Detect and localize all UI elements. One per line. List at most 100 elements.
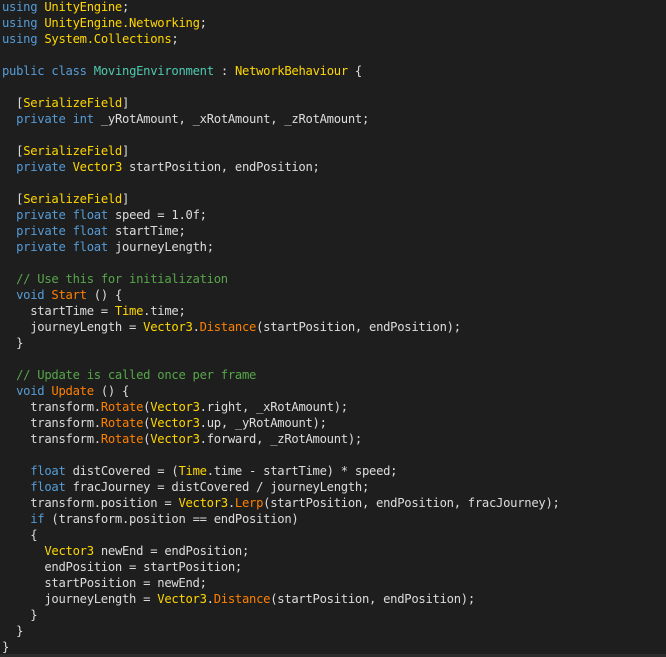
code-line[interactable]: transform.Rotate(Vector3.up, _yRotAmount… (2, 415, 560, 431)
code-line[interactable]: } (2, 607, 560, 623)
identifier-token: ; (171, 32, 179, 46)
code-line[interactable]: float fracJourney = distCovered / journe… (2, 479, 560, 495)
identifier-token (2, 160, 16, 174)
code-line[interactable]: startTime = Time.time; (2, 303, 560, 319)
identifier-token: . (192, 320, 200, 334)
type-token: Vector3 (157, 592, 207, 606)
method-token: Rotate (100, 400, 144, 414)
code-line[interactable]: endPosition = startPosition; (2, 559, 560, 575)
keyword-token: private (16, 208, 66, 222)
method-token: Start (51, 288, 87, 302)
code-line[interactable] (2, 79, 560, 95)
code-line[interactable]: } (2, 639, 560, 654)
identifier-token: () { (93, 384, 130, 398)
type-token: UnityEngine.Networking (44, 16, 200, 30)
identifier-token (2, 368, 16, 382)
code-line[interactable]: { (2, 527, 560, 543)
identifier-token: . (206, 592, 214, 606)
identifier-token: transform. (2, 416, 101, 430)
identifier-token: fracJourney = distCovered / journeyLengt… (65, 480, 370, 494)
code-line[interactable]: private float startTime; (2, 223, 560, 239)
identifier-token: .time - startTime) * speed; (206, 464, 398, 478)
code-line[interactable] (2, 127, 560, 143)
identifier-token: transform. (2, 432, 101, 446)
method-token: Rotate (100, 416, 144, 430)
code-line[interactable]: } (2, 623, 560, 639)
code-line[interactable]: private float journeyLength; (2, 239, 560, 255)
identifier-token (2, 512, 30, 526)
class-name-token: MovingEnvironment (93, 64, 214, 78)
code-line[interactable]: void Start () { (2, 287, 560, 303)
identifier-token (2, 208, 16, 222)
code-line[interactable]: private Vector3 startPosition, endPositi… (2, 159, 560, 175)
comment-token: // Update is called once per frame (16, 368, 257, 382)
keyword-token: private (16, 160, 66, 174)
code-line[interactable]: journeyLength = Vector3.Distance(startPo… (2, 591, 560, 607)
identifier-token: endPosition = startPosition; (2, 560, 242, 574)
identifier-token: } (2, 336, 24, 350)
code-line[interactable]: private int _yRotAmount, _xRotAmount, _z… (2, 111, 560, 127)
code-line[interactable]: } (2, 335, 560, 351)
identifier-token: ] (122, 144, 130, 158)
code-line[interactable]: using UnityEngine; (2, 0, 560, 15)
identifier-token: (startPosition, endPosition, fracJourney… (263, 496, 560, 510)
keyword-token: float (30, 480, 66, 494)
code-line[interactable]: journeyLength = Vector3.Distance(startPo… (2, 319, 560, 335)
identifier-token: .forward, _zRotAmount); (199, 432, 363, 446)
code-line[interactable] (2, 175, 560, 191)
code-line[interactable]: startPosition = newEnd; (2, 575, 560, 591)
code-text-area[interactable]: using UnityEngine; using UnityEngine.Netw… (2, 0, 560, 654)
code-line[interactable] (2, 47, 560, 63)
identifier-token: journeyLength = (2, 320, 144, 334)
method-token: Distance (199, 320, 257, 334)
code-line[interactable]: // Update is called once per frame (2, 367, 560, 383)
code-line[interactable] (2, 351, 560, 367)
type-token: Time (114, 304, 144, 318)
identifier-token: ] (122, 96, 130, 110)
code-editor[interactable]: using UnityEngine; using UnityEngine.Netw… (0, 0, 666, 654)
identifier-token: .up, _yRotAmount); (199, 416, 327, 430)
identifier-token: ; (199, 16, 207, 30)
identifier-token: distCovered = ( (65, 464, 179, 478)
code-line[interactable]: [SerializeField] (2, 191, 560, 207)
keyword-token: void (16, 384, 45, 398)
keyword-token: float (72, 208, 109, 222)
code-line[interactable] (2, 447, 560, 463)
code-line[interactable]: void Update () { (2, 383, 560, 399)
identifier-token: transform. (2, 400, 101, 414)
identifier-token: (startPosition, endPosition); (256, 320, 461, 334)
type-token: Time (178, 464, 207, 478)
method-token: Lerp (234, 496, 264, 510)
code-line[interactable] (2, 255, 560, 271)
identifier-token: . (227, 496, 235, 510)
code-line[interactable]: [SerializeField] (2, 143, 560, 159)
code-line[interactable]: using System.Collections; (2, 31, 560, 47)
code-line[interactable]: using UnityEngine.Networking; (2, 15, 560, 31)
identifier-token: } (2, 624, 24, 638)
code-line[interactable]: if (transform.position == endPosition) (2, 511, 560, 527)
identifier-token (66, 160, 73, 174)
identifier-token (2, 384, 16, 398)
identifier-token: { (2, 528, 38, 542)
keyword-token: using (2, 32, 38, 46)
type-token: Vector3 (150, 416, 200, 430)
code-line[interactable]: [SerializeField] (2, 95, 560, 111)
identifier-token (2, 464, 30, 478)
identifier-token: () { (86, 288, 123, 302)
type-token: Vector3 (44, 544, 94, 558)
code-line[interactable]: transform.position = Vector3.Lerp(startP… (2, 495, 560, 511)
keyword-token: using (2, 16, 38, 30)
identifier-token: .time; (143, 304, 186, 318)
code-line[interactable]: // Use this for initialization (2, 271, 560, 287)
identifier-token: newEnd = endPosition; (93, 544, 250, 558)
type-token: System.Collections (44, 32, 172, 46)
type-token: SerializeField (23, 96, 122, 110)
code-line[interactable]: Vector3 newEnd = endPosition; (2, 543, 560, 559)
code-line[interactable]: public class MovingEnvironment : Network… (2, 63, 560, 79)
code-line[interactable]: transform.Rotate(Vector3.right, _xRotAmo… (2, 399, 560, 415)
identifier-token: ] (122, 192, 130, 206)
code-line[interactable]: float distCovered = (Time.time - startTi… (2, 463, 560, 479)
comment-token: // Use this for initialization (16, 272, 228, 286)
code-line[interactable]: private float speed = 1.0f; (2, 207, 560, 223)
code-line[interactable]: transform.Rotate(Vector3.forward, _zRotA… (2, 431, 560, 447)
